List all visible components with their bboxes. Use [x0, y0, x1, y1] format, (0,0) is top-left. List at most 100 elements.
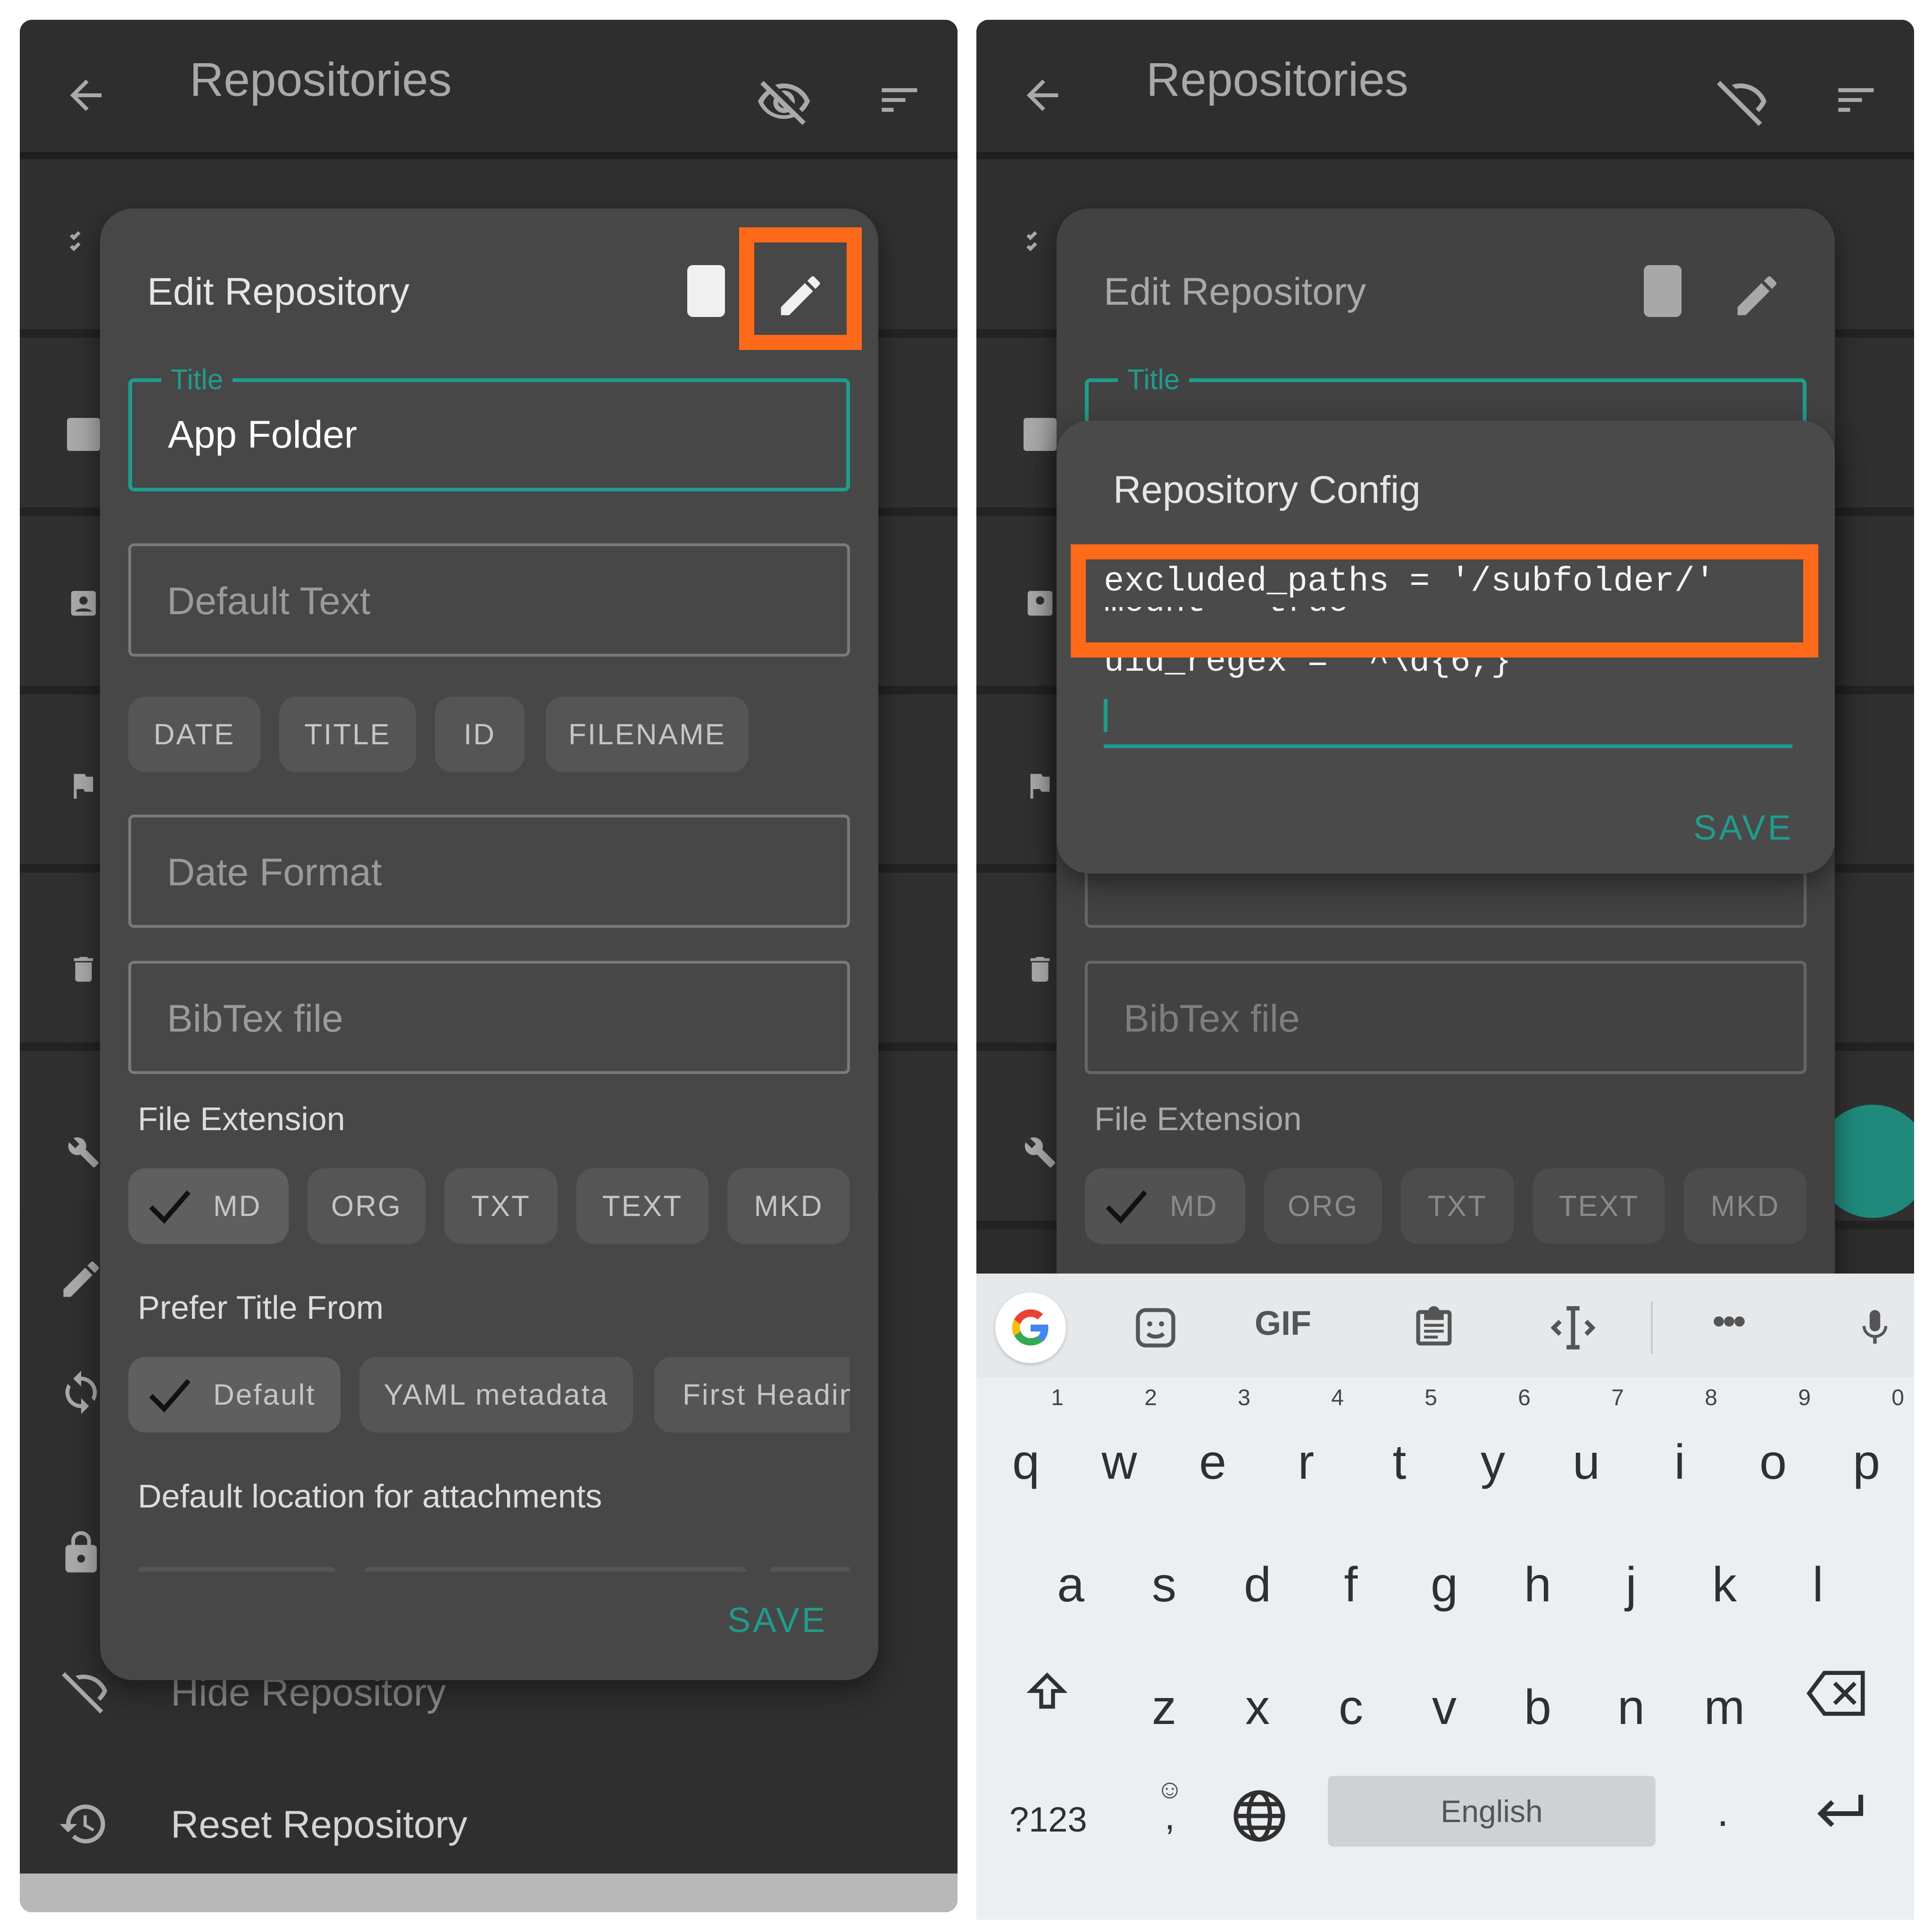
file-icon[interactable]: [1644, 265, 1682, 317]
key-s[interactable]: s: [1122, 1538, 1207, 1632]
key-j[interactable]: j: [1589, 1538, 1674, 1632]
key-g[interactable]: g: [1402, 1538, 1487, 1632]
key-d[interactable]: d: [1215, 1538, 1300, 1632]
app-bar: Repositories: [976, 20, 1914, 159]
config-save-button[interactable]: SAVE: [1693, 808, 1793, 848]
chip-md[interactable]: MD: [1085, 1168, 1245, 1244]
file-icon[interactable]: [687, 265, 725, 317]
backspace-icon[interactable]: [1807, 1670, 1868, 1717]
globe-icon[interactable]: [1231, 1788, 1288, 1844]
key-q[interactable]: q1: [983, 1387, 1068, 1509]
key-h[interactable]: h: [1495, 1538, 1580, 1632]
sort-icon[interactable]: [1830, 76, 1882, 124]
key-i[interactable]: i8: [1637, 1387, 1722, 1509]
toolbar-divider: [1651, 1302, 1653, 1354]
repository-config-dialog: Repository Config excluded_paths = '/sub…: [1057, 421, 1835, 874]
key-p[interactable]: p0: [1824, 1387, 1909, 1509]
chip-text[interactable]: TEXT: [576, 1168, 708, 1244]
default-text-field[interactable]: Default Text: [128, 543, 850, 657]
chip-yaml[interactable]: YAML metadata: [359, 1357, 633, 1432]
system-nav-bar: [20, 1874, 958, 1912]
clipboard-icon[interactable]: [1410, 1302, 1457, 1354]
key-a[interactable]: a: [1028, 1538, 1113, 1632]
checklist-icon: [70, 231, 81, 251]
chip-txt[interactable]: TXT: [1401, 1168, 1514, 1244]
chip-md[interactable]: MD: [128, 1168, 289, 1244]
space-bar[interactable]: English: [1328, 1776, 1656, 1847]
title-field[interactable]: App Folder: [128, 378, 850, 491]
microphone-icon[interactable]: [1854, 1299, 1896, 1356]
key-r[interactable]: r4: [1264, 1387, 1349, 1509]
key-t[interactable]: t5: [1357, 1387, 1442, 1509]
chip-id[interactable]: ID: [435, 697, 525, 772]
gif-button[interactable]: GIF: [1255, 1304, 1311, 1343]
date-format-field[interactable]: Date Format: [128, 815, 850, 928]
edit-pencil-icon[interactable]: [1731, 270, 1783, 322]
key-b[interactable]: b: [1495, 1660, 1580, 1755]
check-icon: [1106, 1190, 1147, 1224]
edit-repository-dialog: Edit Repository App Folder Title Default…: [100, 208, 878, 1680]
period-key[interactable]: .: [1717, 1788, 1729, 1836]
chip-first-heading[interactable]: First Headin: [654, 1357, 850, 1432]
config-input-underline[interactable]: [1104, 744, 1792, 748]
emoji-comma-key[interactable]: ☺ ,: [1146, 1774, 1193, 1868]
chip-text[interactable]: TEXT: [1533, 1168, 1665, 1244]
bibtex-placeholder: BibTex file: [1124, 997, 1300, 1040]
reset-repository-label[interactable]: Reset Repository: [171, 1803, 467, 1847]
sticker-icon[interactable]: [1132, 1304, 1179, 1351]
key-m[interactable]: m: [1682, 1660, 1767, 1755]
key-l[interactable]: l: [1775, 1538, 1860, 1632]
chip-mkd[interactable]: MKD: [1684, 1168, 1807, 1244]
chip-txt[interactable]: TXT: [444, 1168, 558, 1244]
key-v[interactable]: v: [1402, 1660, 1487, 1755]
key-y[interactable]: y6: [1450, 1387, 1535, 1509]
dialog-title: Edit Repository: [1104, 270, 1366, 313]
trash-icon: [1030, 957, 1050, 982]
contact-icon: [71, 591, 96, 616]
bibtex-field[interactable]: BibTex file: [1085, 961, 1807, 1074]
key-f[interactable]: f: [1308, 1538, 1393, 1632]
chip-org[interactable]: ORG: [308, 1168, 425, 1244]
text-cursor-move-icon[interactable]: [1547, 1302, 1599, 1354]
key-e[interactable]: e3: [1170, 1387, 1255, 1509]
sync-icon: [65, 1371, 97, 1414]
back-arrow-icon[interactable]: [62, 72, 109, 119]
prefer-title-label: Prefer Title From: [138, 1289, 384, 1326]
visibility-off-icon[interactable]: [1712, 74, 1769, 131]
sort-icon[interactable]: [874, 76, 925, 124]
attachments-label: Default location for attachments: [138, 1478, 602, 1515]
key-n[interactable]: n: [1589, 1660, 1674, 1755]
key-o[interactable]: o9: [1731, 1387, 1815, 1509]
key-k[interactable]: k: [1682, 1538, 1767, 1632]
back-arrow-icon[interactable]: [1019, 72, 1066, 119]
chip-default[interactable]: Default: [128, 1357, 341, 1432]
key-z[interactable]: z: [1122, 1660, 1207, 1755]
wrench-icon: [1024, 1137, 1056, 1168]
file-extension-label: File Extension: [1094, 1100, 1302, 1137]
key-u[interactable]: u7: [1544, 1387, 1629, 1509]
app-bar: Repositories: [20, 20, 958, 159]
contact-icon: [1027, 591, 1053, 616]
title-legend: Title: [161, 363, 233, 396]
highlight-box: [1071, 544, 1818, 658]
date-format-placeholder: Date Format: [167, 851, 382, 894]
save-button[interactable]: SAVE: [727, 1600, 827, 1640]
bibtex-field[interactable]: BibTex file: [128, 961, 850, 1074]
title-legend: Title: [1118, 363, 1190, 396]
chip-title[interactable]: TITLE: [279, 697, 416, 772]
key-c[interactable]: c: [1308, 1660, 1393, 1755]
enter-icon[interactable]: [1811, 1788, 1868, 1840]
key-x[interactable]: x: [1215, 1660, 1300, 1755]
chip-date[interactable]: DATE: [128, 697, 260, 772]
chip-org[interactable]: ORG: [1264, 1168, 1382, 1244]
more-icon[interactable]: •••: [1712, 1299, 1746, 1343]
shift-icon[interactable]: [1024, 1665, 1071, 1717]
google-icon[interactable]: [995, 1292, 1066, 1363]
chip-filename[interactable]: FILENAME: [546, 697, 749, 772]
app-bar-title: Repositories: [1146, 53, 1408, 106]
file-icon: [1024, 418, 1057, 451]
chip-mkd[interactable]: MKD: [727, 1168, 850, 1244]
visibility-off-icon[interactable]: [756, 74, 812, 131]
symbols-key[interactable]: ?123: [1009, 1799, 1087, 1840]
key-w[interactable]: w2: [1077, 1387, 1162, 1509]
